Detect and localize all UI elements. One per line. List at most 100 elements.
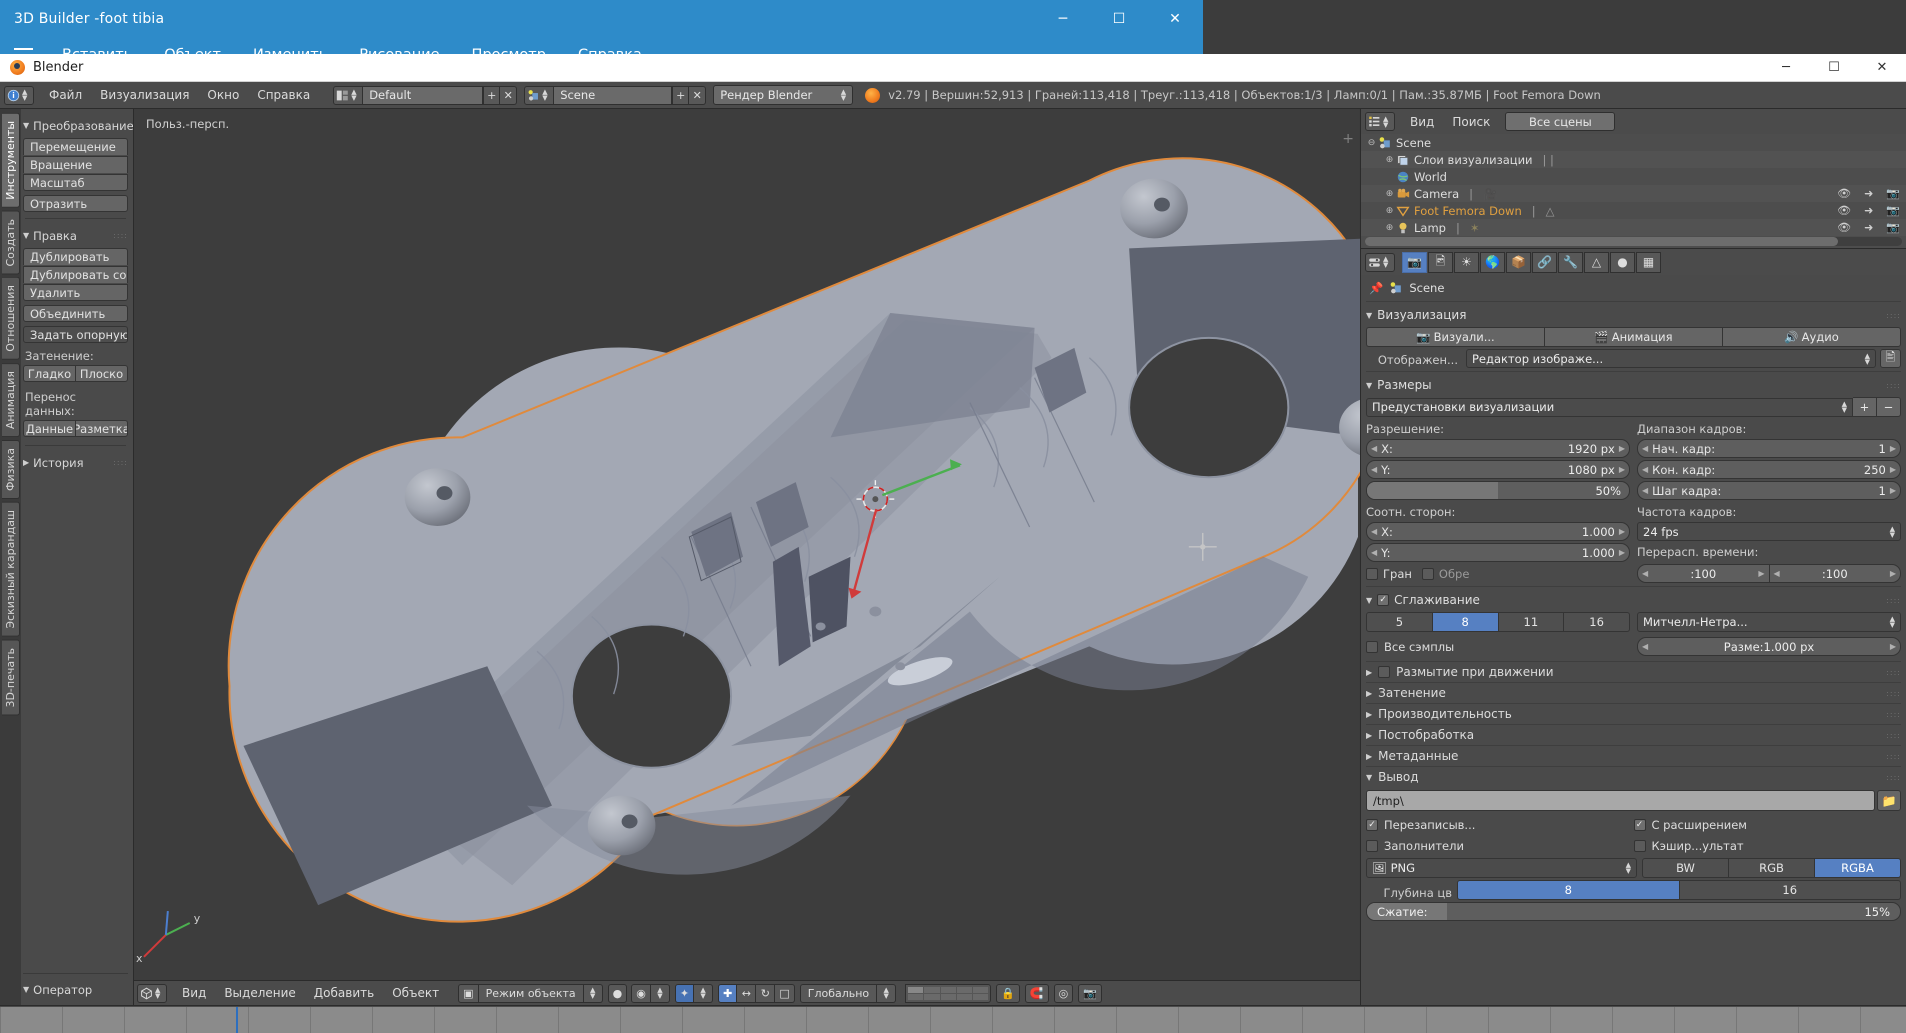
pin-icon[interactable]: 📌 (1369, 281, 1383, 295)
render-preview-button[interactable]: 📷 (1078, 984, 1102, 1003)
viewport-menu-object[interactable]: Объект (383, 983, 448, 1003)
frame-step-field[interactable]: ◀ Шаг кадра: 1 ▶ (1637, 481, 1901, 500)
outliner-menu-search[interactable]: Поиск (1443, 111, 1499, 132)
manipulator-rotate-icon[interactable]: ↻ (756, 984, 775, 1003)
metadata-panel-header[interactable]: ▶ Метаданные :::: (1366, 745, 1901, 766)
eye-icon[interactable]: 👁 (1837, 204, 1851, 217)
cursor-icon[interactable]: ➜ (1864, 187, 1873, 200)
render-audio-button[interactable]: 🔊 Аудио (1722, 327, 1901, 347)
decrement-icon[interactable]: ◀ (1371, 444, 1377, 453)
cursor-icon[interactable]: ➜ (1864, 204, 1873, 217)
increment-icon[interactable]: ▶ (1890, 642, 1896, 651)
delete-button[interactable]: Удалить (23, 284, 128, 301)
menu-help-blender[interactable]: Справка (248, 85, 319, 106)
viewport-shading-modes[interactable]: ◉ ▲▼ (631, 984, 670, 1003)
delete-scene-button[interactable]: ✕ (689, 86, 706, 105)
expand-toggle-icon[interactable]: ⊕ (1383, 223, 1396, 233)
overwrite-checkbox[interactable]: ✓ (1366, 819, 1378, 831)
increment-icon[interactable]: ▶ (1890, 569, 1896, 578)
antialiasing-checkbox[interactable]: ✓ (1377, 594, 1389, 606)
output-path-input[interactable]: /tmp\ (1366, 790, 1875, 811)
mesh-data-icon[interactable]: △ (1546, 204, 1555, 218)
viewport-shading-selector[interactable]: ● (608, 984, 628, 1003)
eye-icon[interactable]: 👁 (1837, 187, 1851, 200)
tab-render-layers[interactable]: 🖻 (1428, 252, 1453, 273)
timeline-playhead[interactable] (236, 1007, 238, 1033)
scale-tool-button[interactable]: Масштаб (23, 174, 128, 191)
operator-panel-header[interactable]: ▼ Оператор (23, 980, 128, 999)
overwrite-row[interactable]: ✓ Перезаписыв... (1366, 815, 1634, 834)
render-preset-dropdown[interactable]: Предустановки визуализации ▲▼ (1366, 398, 1853, 417)
maximize-button[interactable]: ☐ (1091, 0, 1147, 38)
border-checkbox-wrap[interactable]: Гран (1366, 567, 1412, 581)
sidebar-item-create[interactable]: Создать (2, 211, 20, 275)
decrement-icon[interactable]: ◀ (1642, 486, 1648, 495)
add-scene-button[interactable]: + (672, 86, 689, 105)
sidebar-item-physics[interactable]: Физика (2, 440, 20, 499)
decrement-icon[interactable]: ◀ (1371, 527, 1377, 536)
duplicate-button[interactable]: Дублировать (23, 248, 128, 265)
dimensions-panel-header[interactable]: ▼ Размеры :::: (1366, 375, 1901, 395)
color-mode-rgba[interactable]: RGBA (1815, 858, 1901, 878)
compression-slider[interactable]: Сжатие: 15% (1366, 902, 1901, 921)
resolution-y-field[interactable]: ◀ Y: 1080 px ▶ (1366, 460, 1630, 479)
pivot-point-selector[interactable]: ✦ ▲▼ (675, 984, 713, 1003)
history-panel-header[interactable]: ▶ История :::: (23, 453, 128, 472)
expand-toggle-icon[interactable]: ⊖ (1365, 138, 1378, 148)
transform-orientation-selector[interactable]: Глобально ▲▼ (800, 984, 896, 1003)
increment-icon[interactable]: ▶ (1890, 465, 1896, 474)
sidebar-item-3d-print[interactable]: 3D-печать (2, 640, 20, 716)
decrement-icon[interactable]: ◀ (1371, 465, 1377, 474)
move-tool-button[interactable]: Перемещение (23, 138, 128, 155)
outliner-row-scene[interactable]: ⊖ Scene (1361, 134, 1906, 151)
tab-object[interactable]: 📦 (1506, 252, 1531, 273)
color-mode-rgb[interactable]: RGB (1729, 858, 1815, 878)
motion-blur-checkbox[interactable] (1378, 666, 1390, 678)
frame-start-field[interactable]: ◀ Нач. кадр: 1 ▶ (1637, 439, 1901, 458)
increment-icon[interactable]: ▶ (1619, 465, 1625, 474)
cache-checkbox[interactable] (1634, 840, 1646, 852)
snap-button[interactable]: 🧲 (1025, 984, 1049, 1003)
tab-world[interactable]: 🌎 (1480, 252, 1505, 273)
remap-old-field[interactable]: ◀ :100 ▶ (1637, 564, 1770, 583)
extensions-checkbox[interactable]: ✓ (1634, 819, 1646, 831)
motion-blur-panel-header[interactable]: ▶ Размытие при движении :::: (1366, 661, 1901, 682)
outliner-editor-type-selector[interactable]: ▲▼ (1365, 112, 1395, 131)
decrement-icon[interactable]: ◀ (1774, 569, 1780, 578)
decrement-icon[interactable]: ◀ (1642, 444, 1648, 453)
minimize-button[interactable]: ─ (1035, 0, 1091, 38)
blender-close-button[interactable]: ✕ (1858, 54, 1906, 82)
delete-screen-layout-button[interactable]: ✕ (500, 86, 517, 105)
increment-icon[interactable]: ▶ (1758, 569, 1764, 578)
transform-panel-header[interactable]: ▼ Преобразование: :::: (23, 116, 128, 135)
border-checkbox[interactable] (1366, 568, 1378, 580)
timeline-editor[interactable] (0, 1005, 1906, 1033)
remove-preset-button[interactable]: − (1877, 397, 1901, 417)
add-screen-layout-button[interactable]: + (483, 86, 500, 105)
post-processing-panel-header[interactable]: ▶ Постобработка :::: (1366, 724, 1901, 745)
resolution-x-field[interactable]: ◀ X: 1920 px ▶ (1366, 439, 1630, 458)
outliner-tree[interactable]: ⊖ Scene ⊕ Слои визуализации | | (1361, 134, 1906, 248)
scene-layers-grid[interactable] (905, 984, 991, 1003)
expand-toggle-icon[interactable]: ⊕ (1383, 155, 1396, 165)
aa-sample-8[interactable]: 8 (1433, 612, 1499, 632)
color-depth-selector[interactable]: 8 16 (1457, 880, 1901, 900)
decrement-icon[interactable]: ◀ (1642, 569, 1648, 578)
performance-panel-header[interactable]: ▶ Производительность :::: (1366, 703, 1901, 724)
shade-flat-button[interactable]: Плоско (75, 365, 128, 382)
join-button[interactable]: Объединить (23, 305, 128, 322)
tab-constraints[interactable]: 🔗 (1532, 252, 1557, 273)
manipulator-translate-icon[interactable]: ↔ (737, 984, 756, 1003)
editor-type-selector[interactable]: ▲▼ (4, 86, 34, 105)
crop-checkbox[interactable] (1422, 568, 1434, 580)
render-panel-header[interactable]: ▼ Визуализация :::: (1366, 305, 1901, 325)
remap-new-field[interactable]: ◀ :100 ▶ (1770, 564, 1902, 583)
render-image-button[interactable]: 📷 Визуали... (1366, 327, 1544, 347)
tab-scene[interactable]: ☀ (1454, 252, 1479, 273)
aspect-x-field[interactable]: ◀ X: 1.000 ▶ (1366, 522, 1630, 541)
outliner-row-render-layers[interactable]: ⊕ Слои визуализации | | (1361, 151, 1906, 168)
outliner-menu-view[interactable]: Вид (1401, 111, 1443, 132)
transform-orientation-label[interactable]: Глобально (800, 984, 877, 1003)
increment-icon[interactable]: ▶ (1619, 548, 1625, 557)
scene-icon-button[interactable]: ▲▼ (524, 86, 554, 105)
